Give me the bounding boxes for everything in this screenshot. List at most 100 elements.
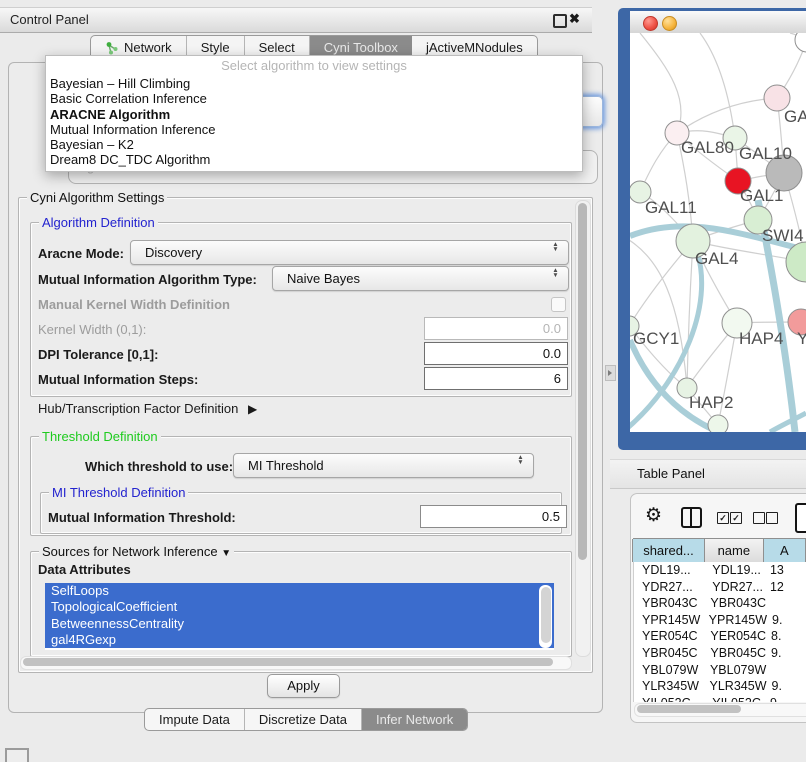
data-attribute-item[interactable]: BetweennessCentrality (45, 616, 554, 632)
threshold-definition-title: Threshold Definition (39, 429, 161, 444)
dpi-tolerance-field[interactable]: 0.0 (424, 342, 568, 365)
unchecked-checkbox-icon[interactable] (753, 512, 765, 524)
checked-checkbox-icon[interactable]: ✓ (730, 512, 742, 524)
table-row[interactable]: YLR345WYLR345W9. (634, 678, 806, 695)
algorithm-option[interactable]: ARACNE Algorithm (46, 107, 582, 122)
network-node-label: GAL (784, 107, 806, 126)
splitter-collapse-handle[interactable] (605, 365, 616, 381)
data-attributes-list[interactable]: SelfLoopsTopologicalCoefficientBetweenne… (45, 583, 554, 650)
tab-impute-data[interactable]: Impute Data (145, 709, 245, 730)
close-icon[interactable]: ✖ (569, 11, 580, 27)
network-edge[interactable] (687, 241, 693, 388)
table-cell: YER054C (634, 628, 704, 645)
application-root: Control Panel ✖ Network Style Select Cyn… (0, 0, 806, 762)
mi-threshold-definition-title: MI Threshold Definition (49, 485, 188, 500)
data-attribute-item[interactable]: TopologicalCoefficient (45, 599, 554, 615)
table-function-icon[interactable] (795, 503, 806, 533)
table-row[interactable]: YDL19...YDL19...13 (634, 562, 806, 579)
table-column-header[interactable]: name (704, 539, 764, 562)
tab-discretize-data-label: Discretize Data (259, 712, 347, 727)
algorithm-option[interactable]: Basic Correlation Inference (46, 91, 582, 106)
apply-button[interactable]: Apply (267, 674, 340, 698)
mi-steps-field[interactable]: 6 (424, 367, 568, 390)
algorithm-dropdown-prompt: Select algorithm to view settings (46, 56, 582, 76)
table-cell: 9. (766, 645, 806, 662)
algorithm-option[interactable]: Dream8 DC_TDC Algorithm (46, 152, 582, 167)
sources-title[interactable]: Sources for Network Inference ▼ (39, 544, 234, 559)
settings-horizontal-scrollbar[interactable] (20, 656, 572, 670)
table-horizontal-scrollbar-thumb[interactable] (637, 705, 741, 713)
table-cell: 13 (765, 562, 806, 579)
data-attribute-item[interactable]: gal4RGexp (45, 632, 554, 648)
table-horizontal-scrollbar[interactable] (634, 703, 806, 717)
checked-checkbox-icon[interactable]: ✓ (717, 512, 729, 524)
network-edge[interactable] (640, 33, 681, 133)
minimize-traffic-light-icon[interactable] (662, 16, 677, 31)
table-cell: YBR043C (704, 595, 766, 612)
aracne-mode-combobox[interactable]: Discovery ▲▼ (130, 240, 569, 265)
network-graph: GALGAL80GAL10GAL1GAL11SWI4GAL4HAP4YGCY1H… (630, 33, 806, 432)
manual-kernel-width-checkbox[interactable] (551, 297, 566, 312)
tab-style-label: Style (201, 40, 230, 55)
which-threshold-combobox[interactable]: MI Threshold ▲▼ (233, 453, 534, 478)
network-node[interactable] (708, 415, 728, 432)
panel-title: Control Panel (10, 12, 89, 27)
network-edge[interactable] (700, 33, 735, 138)
mi-algorithm-type-combobox[interactable]: Naive Bayes ▲▼ (272, 266, 569, 291)
table-row[interactable]: YDR27...YDR27...12 (634, 579, 806, 596)
tab-impute-data-label: Impute Data (159, 712, 230, 727)
settings-vertical-scrollbar[interactable] (575, 200, 591, 657)
collapsed-arrow-icon: ▶ (248, 402, 257, 416)
table-row[interactable]: YBR045CYBR045C9. (634, 645, 806, 662)
mi-threshold-label: Mutual Information Threshold: (48, 510, 236, 525)
hub-definition-label: Hub/Transcription Factor Definition (38, 401, 238, 416)
hub-definition-toggle[interactable]: Hub/Transcription Factor Definition ▶ (38, 401, 257, 416)
aracne-mode-value: Discovery (145, 241, 202, 264)
table-cell: YBL079W (634, 662, 704, 679)
attributes-scrollbar[interactable] (539, 585, 552, 648)
stepper-arrows-icon: ▲▼ (516, 455, 525, 465)
network-node-label: GAL10 (739, 144, 792, 163)
zoom-traffic-light-icon[interactable] (681, 16, 694, 29)
table-row[interactable]: YPR145WYPR145W9. (634, 612, 806, 629)
network-node[interactable] (795, 33, 806, 52)
network-node-label: HAP2 (689, 393, 733, 412)
algorithm-option[interactable]: Mutual Information Inference (46, 122, 582, 137)
float-panel-icon[interactable] (553, 14, 567, 28)
network-edge[interactable] (770, 413, 806, 432)
tab-discretize-data[interactable]: Discretize Data (245, 709, 362, 730)
table-cell: YDL19... (706, 562, 765, 579)
table-cell: YLR345W (704, 678, 767, 695)
table-column-header[interactable]: shared... (632, 539, 705, 562)
network-edge[interactable] (677, 98, 777, 133)
data-attribute-item[interactable]: SelfLoops (45, 583, 554, 599)
settings-vertical-scrollbar-thumb[interactable] (578, 203, 587, 560)
minimized-panel-icon[interactable] (5, 748, 29, 762)
close-traffic-light-icon[interactable] (643, 16, 658, 31)
kernel-width-field[interactable]: 0.0 (424, 317, 568, 340)
table-cell (766, 595, 806, 612)
table-row[interactable]: YBL079WYBL079W (634, 662, 806, 679)
table-row[interactable]: YIL052CYIL052C9 (634, 695, 806, 702)
table-cell: YIL052C (706, 695, 765, 702)
settings-horizontal-scrollbar-thumb[interactable] (23, 658, 553, 666)
table-row[interactable]: YBR043CYBR043C (634, 595, 806, 612)
unchecked-checkbox-icon[interactable] (766, 512, 778, 524)
gear-icon[interactable]: ⚙ (645, 504, 662, 527)
tab-infer-network[interactable]: Infer Network (362, 709, 467, 730)
attributes-scrollbar-thumb[interactable] (541, 587, 551, 643)
algorithm-option[interactable]: Bayesian – Hill Climbing (46, 76, 582, 91)
tab-infer-network-label: Infer Network (376, 712, 453, 727)
table-row[interactable]: YER054CYER054C8. (634, 628, 806, 645)
mi-threshold-field[interactable]: 0.5 (420, 505, 567, 528)
algorithm-option[interactable]: Bayesian – K2 (46, 137, 582, 152)
network-node-label: HAP4 (739, 329, 783, 348)
network-canvas[interactable]: GALGAL80GAL10GAL1GAL11SWI4GAL4HAP4YGCY1H… (630, 33, 806, 432)
kernel-width-label: Kernel Width (0,1): (38, 322, 146, 337)
stepper-arrows-icon: ▲▼ (551, 242, 560, 252)
columns-icon[interactable] (681, 507, 702, 528)
network-window-titlebar[interactable] (630, 11, 806, 34)
dpi-tolerance-label: DPI Tolerance [0,1]: (38, 347, 158, 362)
table-cell: YIL052C (634, 695, 706, 702)
table-column-header[interactable]: A (763, 539, 806, 562)
